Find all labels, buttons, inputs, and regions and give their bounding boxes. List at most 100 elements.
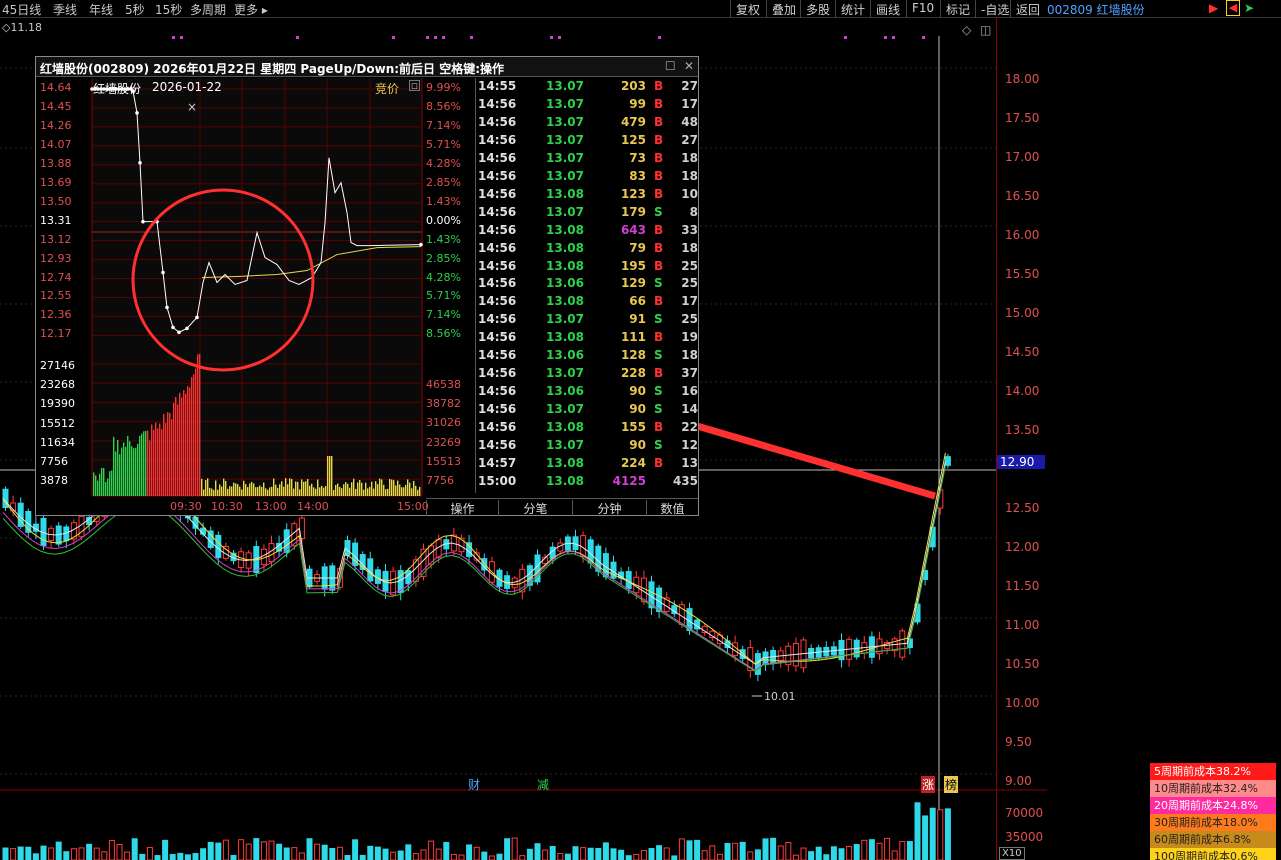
- tick-time: 14:56: [478, 204, 517, 219]
- tick-row[interactable]: 15:00 13.08 4125 435: [476, 474, 700, 492]
- price-axis-label: 11.50: [1005, 579, 1040, 593]
- tick-volume: 228: [620, 366, 646, 381]
- tick-row[interactable]: 14:56 13.06 129 S 25: [476, 276, 700, 294]
- tick-time: 14:56: [478, 132, 517, 147]
- back-button[interactable]: 返回: [1010, 0, 1045, 18]
- red-arrow-icon[interactable]: ◀: [1226, 0, 1240, 16]
- price-axis-label: 9.00: [1005, 774, 1032, 788]
- tab-ticks[interactable]: 分笔: [498, 500, 572, 516]
- panel-icon[interactable]: ◫: [980, 23, 991, 37]
- tick-price: 13.08: [546, 420, 584, 435]
- tick-time: 14:56: [478, 438, 517, 452]
- popup-title-bar[interactable]: 红墙股份(002809) 2026年01月22日 星期四 PageUp/Down…: [36, 57, 698, 77]
- auction-button[interactable]: 竞价: [375, 80, 399, 97]
- intraday-pct-label: 7.14%: [426, 308, 461, 322]
- tick-row[interactable]: 14:56 13.08 66 B 17: [476, 294, 700, 312]
- tick-price: 13.08: [546, 455, 584, 470]
- tick-row[interactable]: 14:56 13.08 123 B 10: [476, 187, 700, 205]
- event-badge-finance[interactable]: 财: [468, 776, 480, 793]
- price-axis: 18.00 17.50 17.00 16.50 16.00 15.50 15.00 14.50…: [996, 18, 1047, 860]
- green-arrow-icon[interactable]: ➤: [1244, 1, 1254, 15]
- tick-row[interactable]: 14:56 13.07 90 S 14: [476, 402, 700, 420]
- tick-price: 13.07: [546, 168, 584, 183]
- tick-side: S: [654, 276, 663, 291]
- tick-row[interactable]: 14:55 13.07 203 B 27: [476, 79, 700, 97]
- tick-row[interactable]: 14:56 13.07 479 B 48: [476, 115, 700, 133]
- tick-row[interactable]: 14:56 13.08 643 B 33: [476, 223, 700, 241]
- tick-row[interactable]: 14:56 13.07 73 B 18: [476, 151, 700, 169]
- mark-button[interactable]: 标记: [940, 0, 975, 18]
- cost-legend-item: 10周期前成本32.4%: [1150, 780, 1276, 797]
- tick-time: 14:56: [478, 312, 517, 327]
- tick-time: 14:56: [478, 366, 517, 381]
- tick-row[interactable]: 14:56 13.07 99 B 17: [476, 97, 700, 115]
- tab-15s[interactable]: 15秒: [155, 1, 182, 18]
- tick-price: 13.07: [546, 402, 584, 417]
- tab-5s[interactable]: 5秒: [125, 1, 145, 18]
- low-price-label: 10.01: [764, 690, 796, 703]
- intraday-close-icon[interactable]: ×: [187, 100, 197, 114]
- intraday-pct-label: 5.71%: [426, 289, 461, 303]
- tab-more[interactable]: 更多 ▸: [234, 1, 268, 18]
- tab-multi-period[interactable]: 多周期: [190, 1, 226, 18]
- intraday-time-label: 15:00: [397, 500, 429, 513]
- tick-side: S: [654, 438, 663, 452]
- current-price-tag: 12.90: [997, 455, 1045, 469]
- intraday-time-label: 13:00: [255, 500, 287, 513]
- intraday-vol-left-label: 23268: [40, 378, 75, 392]
- tick-count: 27: [681, 79, 698, 93]
- diamond-icon[interactable]: ◇: [962, 23, 972, 37]
- tick-row[interactable]: 14:56 13.06 90 S 16: [476, 384, 700, 402]
- tick-time: 14:56: [478, 384, 517, 399]
- tick-time: 14:56: [478, 348, 517, 363]
- tick-row[interactable]: 14:56 13.08 79 B 18: [476, 241, 700, 259]
- close-icon[interactable]: ✕: [684, 59, 694, 73]
- intraday-popup[interactable]: 红墙股份(002809) 2026年01月22日 星期四 PageUp/Down…: [35, 56, 699, 516]
- tick-row[interactable]: 14:56 13.07 228 B 37: [476, 366, 700, 384]
- intraday-price-label: 13.50: [40, 194, 72, 208]
- tab-values[interactable]: 数值: [646, 500, 698, 516]
- tick-price: 13.08: [546, 473, 584, 488]
- tick-count: 27: [681, 132, 698, 147]
- price-axis-label: 16.50: [1005, 189, 1040, 203]
- tick-row[interactable]: 14:56 13.08 195 B 25: [476, 259, 700, 277]
- tab-operation[interactable]: 操作: [426, 500, 498, 516]
- expand-icon[interactable]: ▫: [409, 80, 420, 91]
- maximize-icon[interactable]: ☐: [665, 59, 676, 73]
- flag-icon[interactable]: ▶: [1209, 1, 1218, 15]
- tick-row[interactable]: 14:56 13.07 83 B 18: [476, 169, 700, 187]
- intraday-price-label: 12.74: [40, 270, 72, 284]
- tab-45day[interactable]: 45日线: [2, 1, 41, 18]
- tick-row[interactable]: 14:56 13.08 111 B 19: [476, 330, 700, 348]
- tick-count: 16: [681, 384, 698, 399]
- tab-year[interactable]: 年线: [89, 1, 113, 18]
- tick-row[interactable]: 14:56 13.08 155 B 22: [476, 420, 700, 438]
- tick-count: 435: [672, 473, 698, 488]
- tick-row[interactable]: 14:56 13.07 90 S 12: [476, 438, 700, 456]
- f10-button[interactable]: F10: [906, 0, 939, 18]
- tick-row[interactable]: 14:56 13.07 179 S 8: [476, 205, 700, 223]
- statistics-button[interactable]: 统计: [835, 0, 870, 18]
- tick-list[interactable]: 14:55 13.07 203 B 27 14:56 13.07 99 B 17 14:56 13.0…: [475, 78, 699, 493]
- tick-row[interactable]: 14:57 13.08 224 B 13: [476, 456, 700, 474]
- tick-side: B: [654, 168, 664, 183]
- tick-row[interactable]: 14:56 13.07 91 S 25: [476, 312, 700, 330]
- watchlist-button[interactable]: -自选: [975, 0, 1014, 18]
- restore-rights-button[interactable]: 复权: [730, 0, 765, 18]
- draw-line-button[interactable]: 画线: [870, 0, 905, 18]
- tick-price: 13.07: [546, 438, 584, 452]
- intraday-chart[interactable]: [37, 78, 475, 514]
- multi-stock-button[interactable]: 多股: [800, 0, 835, 18]
- tick-side: B: [654, 258, 664, 273]
- overlay-button[interactable]: 叠加: [766, 0, 801, 18]
- tick-volume: 90: [629, 384, 646, 399]
- intraday-pct-label: 2.85%: [426, 251, 461, 265]
- event-badge-reduce[interactable]: 减: [537, 776, 549, 793]
- event-badge-rank[interactable]: 榜: [944, 776, 959, 793]
- tab-minute[interactable]: 分钟: [572, 500, 646, 516]
- tick-row[interactable]: 14:56 13.06 128 S 18: [476, 348, 700, 366]
- intraday-price-label: 12.55: [40, 289, 72, 303]
- tick-row[interactable]: 14:56 13.07 125 B 27: [476, 133, 700, 151]
- tab-quarter[interactable]: 季线: [53, 1, 77, 18]
- event-badge-limit-up[interactable]: 涨: [921, 776, 936, 793]
